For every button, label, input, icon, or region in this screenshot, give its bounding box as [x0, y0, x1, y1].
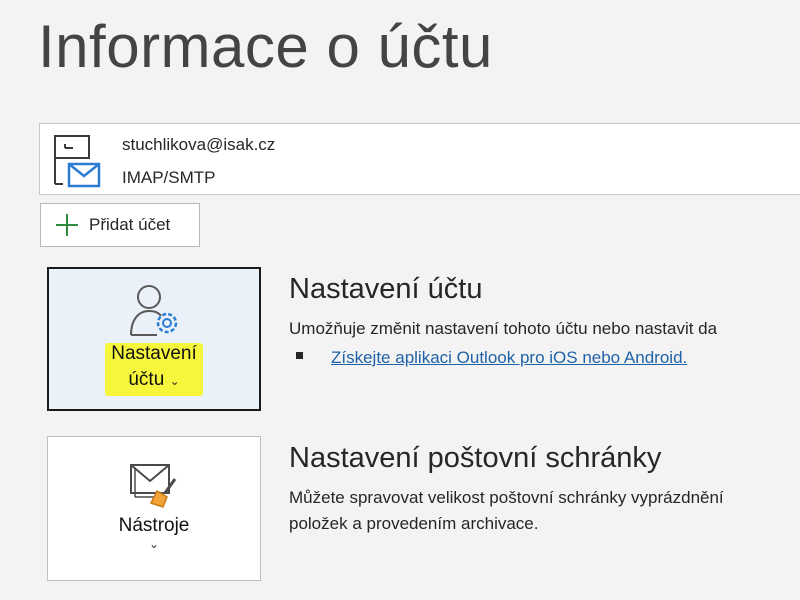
account-email: stuchlikova@isak.cz [122, 135, 276, 154]
add-account-button[interactable]: Přidat účet [40, 203, 200, 247]
plus-icon [56, 214, 78, 236]
tile-label-line2-wrap: účtu ⌄ [111, 367, 197, 394]
page-title: Informace o účtu [38, 13, 493, 80]
bullet [296, 352, 303, 359]
account-settings-description: Umožňuje změnit nastavení tohoto účtu ne… [289, 319, 718, 338]
add-account-label: Přidat účet [89, 215, 171, 234]
chevron-down-icon: ⌄ [169, 374, 180, 388]
account-settings-button[interactable]: Nastavení účtu ⌄ [47, 267, 261, 411]
mailbox-settings-description-line2: položek a provedením archivace. [289, 514, 539, 533]
account-mail-icon [54, 135, 101, 188]
account-selector[interactable]: stuchlikova@isak.cz IMAP/SMTP [39, 123, 800, 195]
mailbox-settings-description-line1: Můžete spravovat velikost poštovní schrá… [289, 488, 724, 507]
tile-label-line2: účtu [128, 369, 165, 390]
outlook-mobile-link[interactable]: Získejte aplikaci Outlook pro iOS nebo A… [331, 348, 687, 368]
account-settings-title: Nastavení účtu [289, 273, 483, 305]
account-type: IMAP/SMTP [122, 168, 216, 187]
account-settings-tile-label: Nastavení účtu ⌄ [105, 341, 203, 396]
tools-tile-label: Nástroje [118, 515, 190, 536]
person-gear-icon [130, 285, 178, 336]
mailbox-cleanup-icon [130, 464, 177, 508]
tile-label-line1: Nastavení [111, 343, 197, 364]
chevron-down-icon: ⌄ [148, 537, 160, 551]
tools-button[interactable]: Nástroje ⌄ [47, 436, 261, 581]
mailbox-settings-title: Nastavení poštovní schránky [289, 442, 662, 474]
